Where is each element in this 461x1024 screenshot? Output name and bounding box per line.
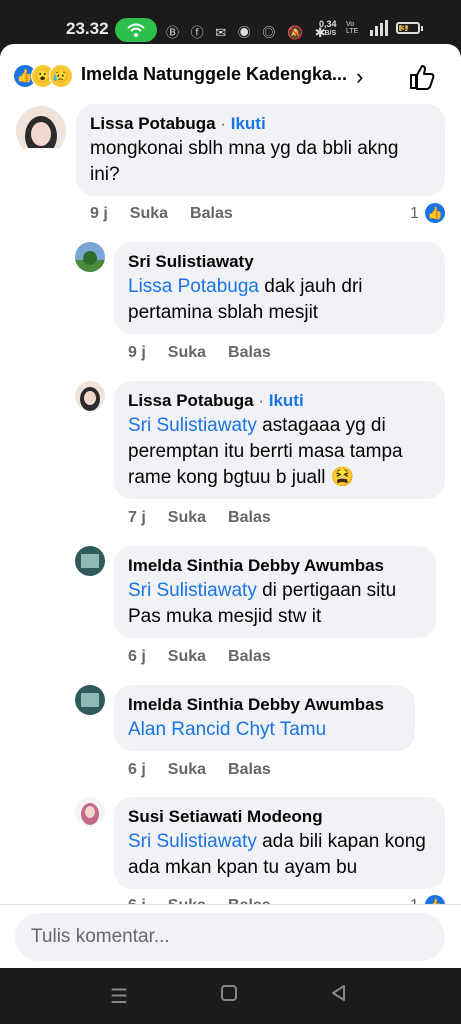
mention-link[interactable]: Alan Rancid Chyt Tamu [128,719,326,740]
thumbs-up-icon [410,65,435,90]
sad-reaction-icon: 😥 [49,64,73,88]
comment-actions: 9 j Suka Balas [128,344,293,362]
comment-actions: 9 j Suka Balas [90,205,255,223]
system-nav-bar: ☰ [0,968,461,1024]
follow-button[interactable]: Ikuti [231,114,266,133]
comment-bubble[interactable]: Imelda Sinthia Debby Awumbas Sri Sulisti… [114,546,436,638]
comment-bubble[interactable]: Susi Setiawati Modeong Sri Sulistiawaty … [114,797,445,889]
status-bar: 23.32 Ⓑ ⓕ ✉ ◉ ◎ 🔕 ✱ 0,34 KB/S Vo LTE 37 [0,0,461,44]
reply-button[interactable]: Balas [228,509,271,526]
comment-composer [0,904,461,968]
reaction-icons[interactable]: 👍 😮 😥 [13,64,79,88]
commenter-name[interactable]: Susi Setiawati Modeong [128,805,432,829]
battery-icon: 37 [396,22,423,34]
volte-label: Vo LTE [346,21,359,35]
like-button[interactable]: Suka [168,509,206,526]
follow-button[interactable]: Ikuti [269,391,304,410]
comments-sheet: 👍 😮 😥 Imelda Natunggele Kadengka... › Li… [0,44,461,968]
chevron-right-icon[interactable]: › [356,64,363,90]
home-icon[interactable] [220,984,238,1008]
like-button[interactable]: Suka [168,761,206,778]
comment-bubble[interactable]: Imelda Sinthia Debby Awumbas Alan Rancid… [114,685,415,751]
notification-icons: Ⓑ ⓕ ✉ ◉ ◎ 🔕 ✱ [166,25,330,40]
comment-bubble[interactable]: Lissa Potabuga · Ikuti Sri Sulistiawaty … [114,381,445,499]
comment-actions: 6 j Suka Balas [128,761,293,779]
recent-apps-icon[interactable]: ☰ [110,984,128,1009]
reply-button[interactable]: Balas [228,761,271,778]
reply-button[interactable]: Balas [228,344,271,361]
comment-input[interactable] [15,913,445,961]
status-time: 23.32 [66,19,109,38]
avatar[interactable] [75,685,105,715]
mention-link[interactable]: Sri Sulistiawaty [128,580,257,601]
commenter-name[interactable]: Lissa Potabuga [90,114,216,133]
like-button[interactable]: Suka [168,344,206,361]
reply-button[interactable]: Balas [228,648,271,665]
commenter-name[interactable]: Imelda Sinthia Debby Awumbas [128,554,423,578]
sheet-header[interactable]: 👍 😮 😥 Imelda Natunggele Kadengka... › [0,44,461,104]
comment-actions: 6 j Suka Balas [128,648,293,666]
comment-text: mongkonai sblh mna yg da bbli akng ini? [90,138,399,185]
comment-time: 6 j [128,761,146,778]
like-count[interactable]: 1 [410,205,419,223]
wifi-hotspot-icon [115,18,157,42]
back-icon[interactable] [330,984,348,1008]
mention-link[interactable]: Lissa Potabuga [128,276,259,297]
comment-time: 9 j [90,205,108,222]
comment-time: 6 j [128,648,146,665]
like-badge-icon: 👍 [425,203,445,223]
comment-actions: 7 j Suka Balas [128,509,293,527]
reply-button[interactable]: Balas [190,205,233,222]
comment-time: 9 j [128,344,146,361]
commenter-name[interactable]: Imelda Sinthia Debby Awumbas [128,693,402,717]
like-button[interactable]: Suka [168,648,206,665]
avatar[interactable] [75,242,105,272]
commenter-name[interactable]: Sri Sulistiawaty [128,250,432,274]
mention-link[interactable]: Sri Sulistiawaty [128,415,257,436]
mention-link[interactable]: Sri Sulistiawaty [128,831,257,852]
network-speed: 0,34 KB/S [319,19,337,38]
avatar[interactable] [75,546,105,576]
avatar[interactable] [75,797,105,827]
like-post-button[interactable] [407,62,437,92]
comment-bubble[interactable]: Sri Sulistiawaty Lissa Potabuga dak jauh… [114,242,445,334]
signal-icon [366,20,392,41]
avatar[interactable] [75,381,105,411]
like-button[interactable]: Suka [130,205,168,222]
comment-bubble[interactable]: Lissa Potabuga · Ikuti mongkonai sblh mn… [76,104,445,196]
commenter-name[interactable]: Lissa Potabuga [128,391,254,410]
comment-time: 7 j [128,509,146,526]
reactors-title[interactable]: Imelda Natunggele Kadengka... [81,64,351,85]
avatar[interactable] [16,106,66,156]
